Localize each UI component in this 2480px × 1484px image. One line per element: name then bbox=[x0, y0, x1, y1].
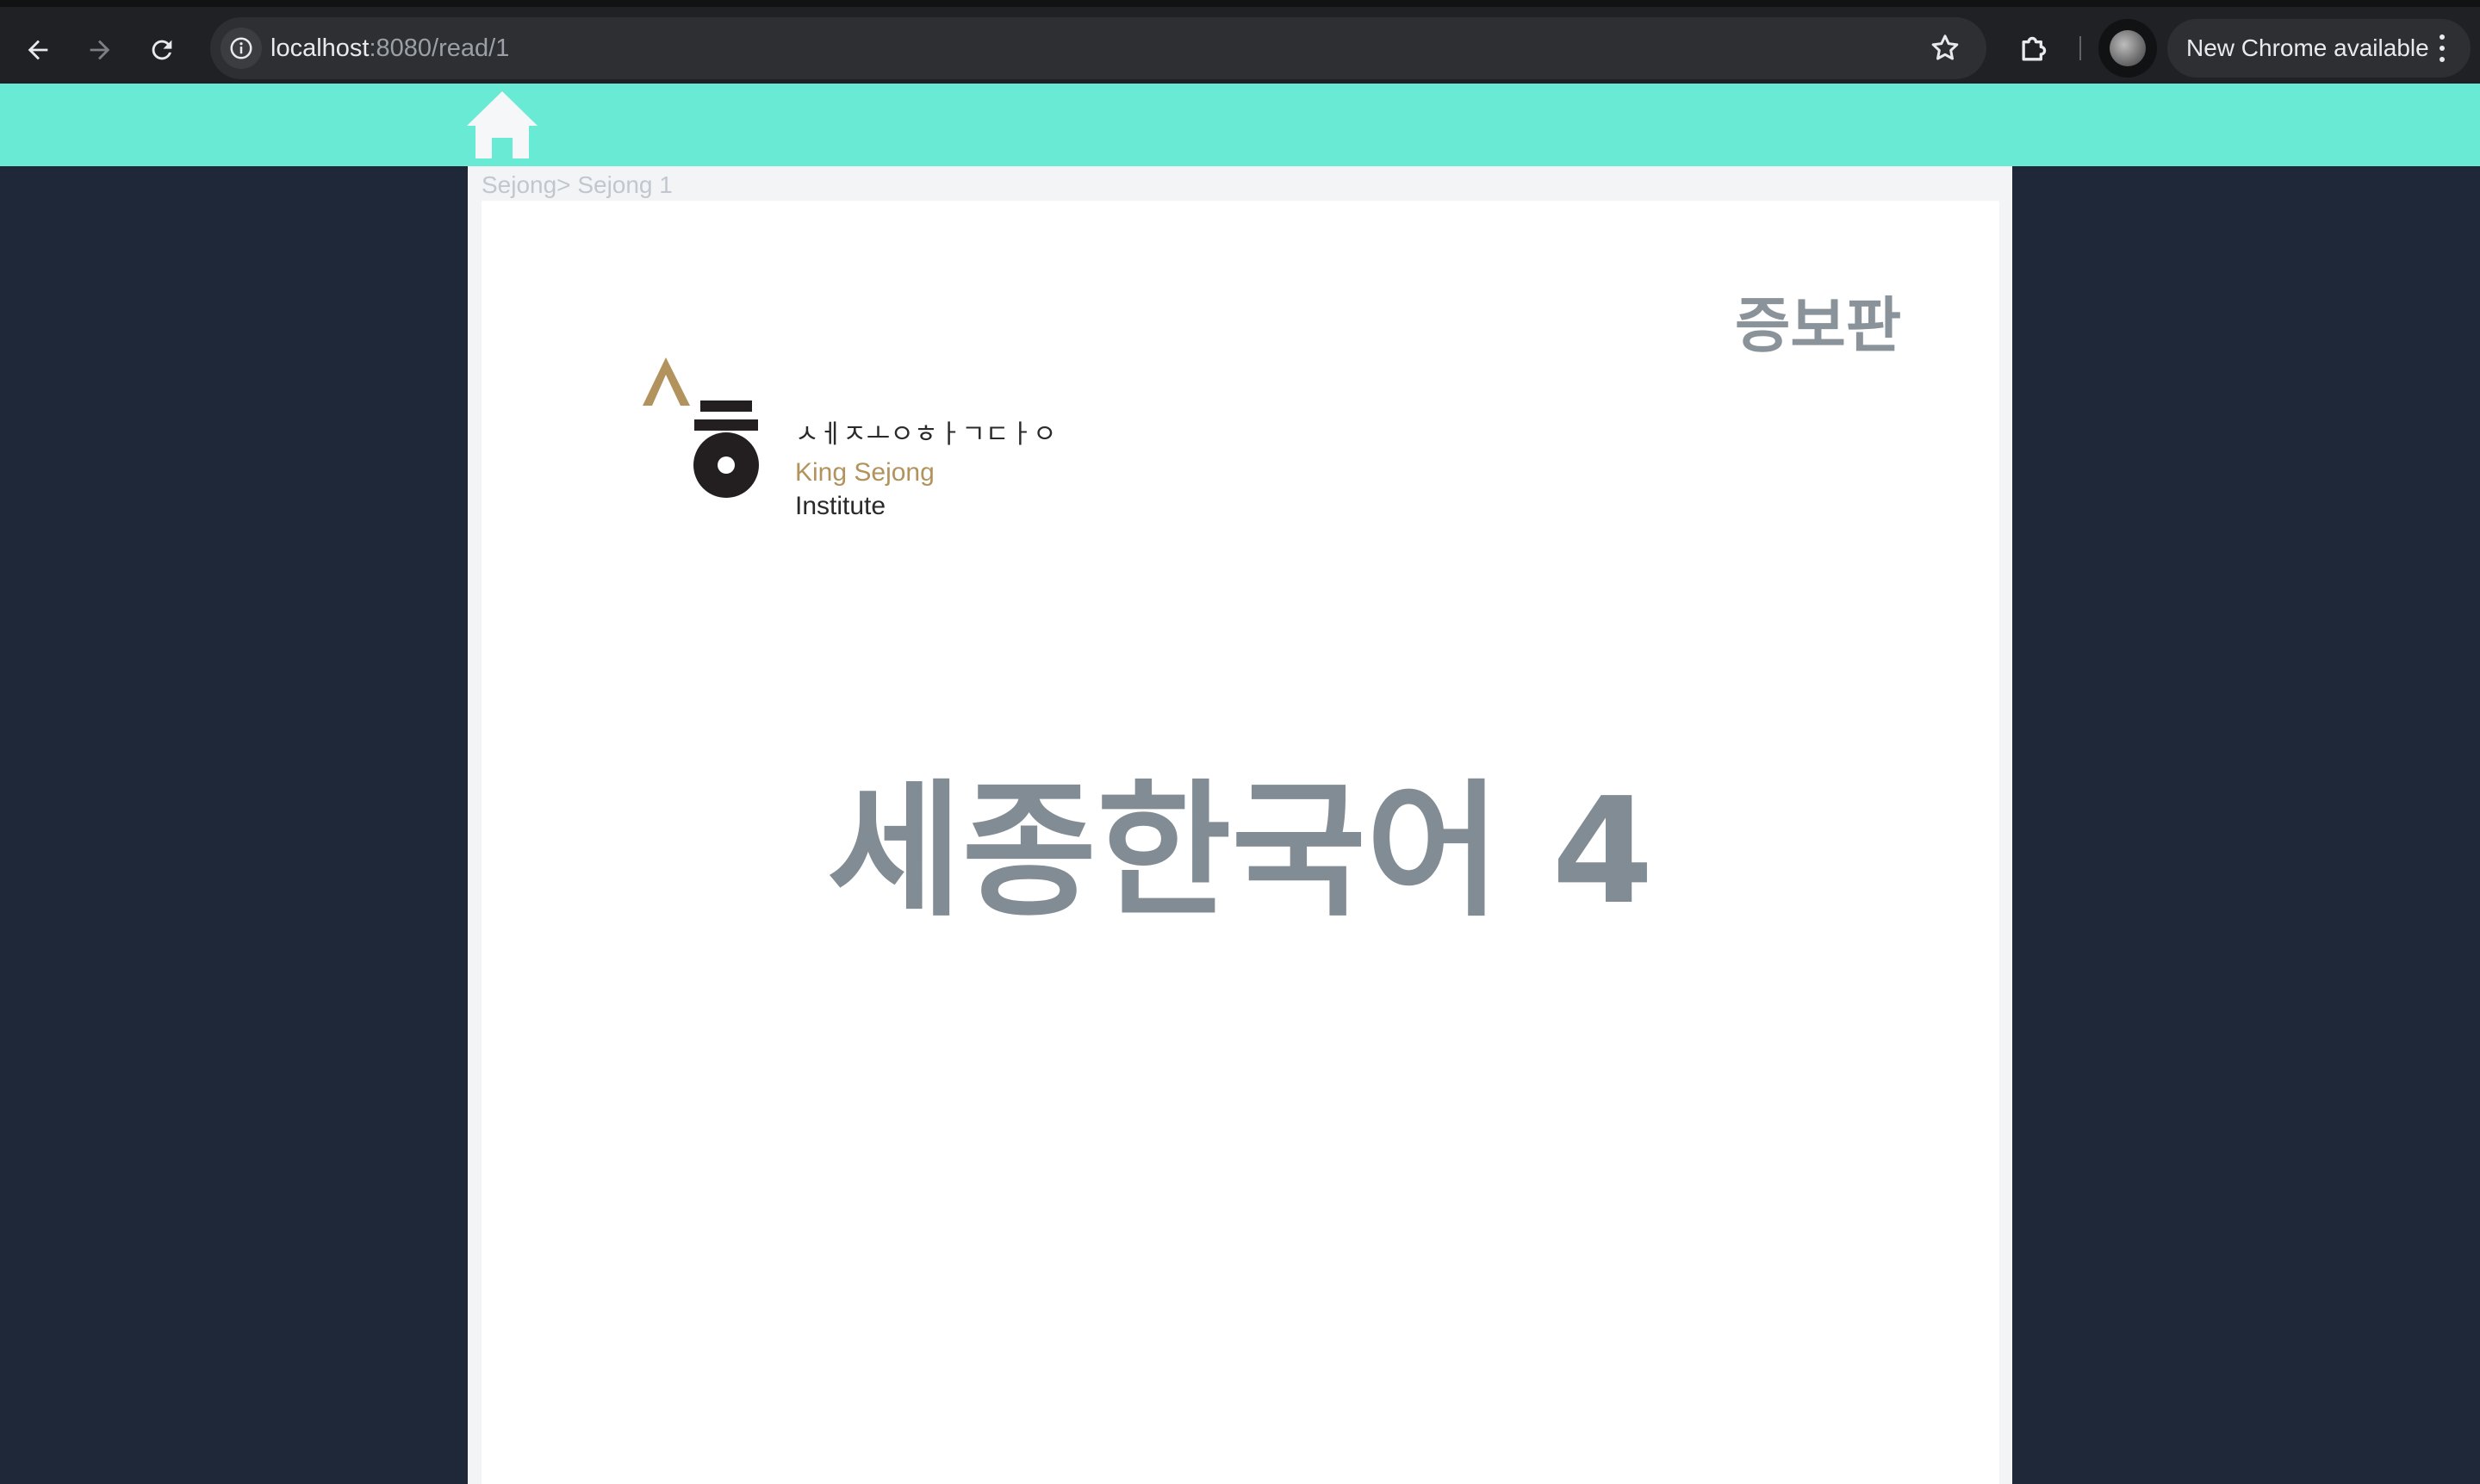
edition-label: 증보판 bbox=[1735, 290, 1902, 361]
back-button[interactable] bbox=[16, 28, 60, 72]
reader-panel: Sejong> Sejong 1 증보판 ㅅㅔㅈㅗㅇㅎㅏㄱㄷㅏㅇ King Se… bbox=[468, 166, 2012, 1484]
logo-korean-text: ㅅㅔㅈㅗㅇㅎㅏㄱㄷㅏㅇ bbox=[795, 419, 1057, 450]
extensions-icon[interactable] bbox=[2016, 29, 2054, 67]
logo-english-line2: Institute bbox=[795, 492, 886, 520]
chrome-update-button[interactable]: New Chrome available bbox=[2167, 19, 2471, 78]
more-menu-icon[interactable] bbox=[2438, 34, 2446, 62]
address-bar[interactable]: localhost:8080/read/1 bbox=[210, 17, 1986, 79]
site-info-icon[interactable] bbox=[221, 28, 262, 69]
url-text[interactable]: localhost:8080/read/1 bbox=[270, 33, 509, 64]
reload-button[interactable] bbox=[140, 28, 184, 72]
url-path: :8080/read/1 bbox=[369, 34, 510, 62]
profile-avatar[interactable] bbox=[2098, 19, 2157, 78]
king-sejong-logo-icon bbox=[643, 357, 759, 498]
book-title: 세종한국어 4 bbox=[827, 767, 1654, 937]
browser-toolbar: localhost:8080/read/1 New Chrome availab… bbox=[0, 0, 2480, 84]
reload-icon bbox=[152, 40, 172, 60]
app-header bbox=[0, 84, 2480, 166]
update-label: New Chrome available bbox=[2186, 34, 2429, 61]
book-page: 증보판 ㅅㅔㅈㅗㅇㅎㅏㄱㄷㅏㅇ King Sejong Institute 세종… bbox=[482, 201, 1999, 1484]
breadcrumb[interactable]: Sejong> Sejong 1 bbox=[482, 170, 673, 201]
arrow-right-icon bbox=[90, 40, 110, 60]
forward-button[interactable] bbox=[78, 28, 122, 72]
avatar-image bbox=[2110, 30, 2146, 66]
arrow-left-icon bbox=[28, 40, 48, 60]
toolbar-divider bbox=[2079, 36, 2081, 60]
bookmark-star-icon[interactable] bbox=[1928, 31, 1962, 65]
url-host: localhost bbox=[270, 34, 370, 62]
logo-english-line1: King Sejong bbox=[795, 458, 935, 487]
home-icon[interactable] bbox=[465, 90, 539, 160]
